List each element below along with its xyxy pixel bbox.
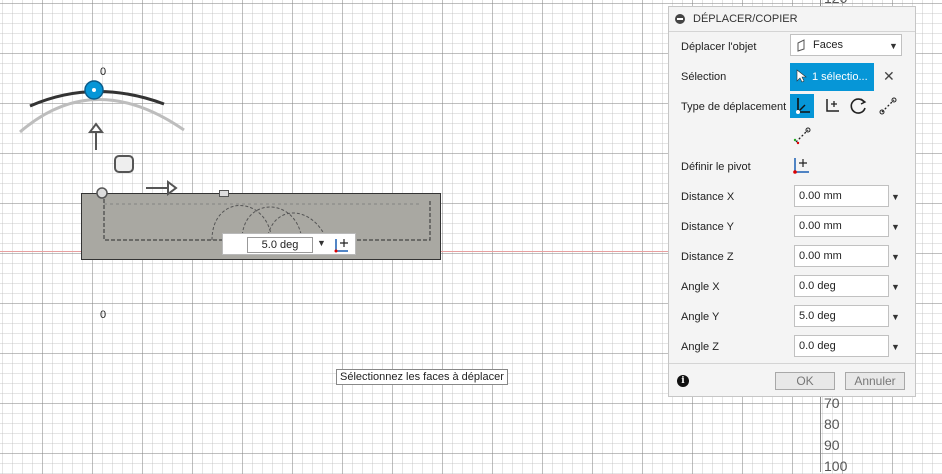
cancel-button[interactable]: Annuler [845,372,905,390]
angle-input[interactable]: 5.0 deg [247,237,313,253]
angle-z-value: 0.0 deg [799,340,836,352]
distance-x-label: Distance X [681,191,735,203]
panel-header: DÉPLACER/COPIER [669,7,915,32]
chevron-down-icon[interactable]: ▼ [891,312,900,322]
divider [669,363,915,364]
rotate-manipulator[interactable] [14,60,194,220]
distance-y-input[interactable]: 0.00 mm [794,215,889,237]
move-copy-panel: DÉPLACER/COPIER Déplacer l'objet Faces ▼… [668,6,916,397]
ruler-tick: 70 [824,395,840,411]
point-to-position-tool[interactable] [790,124,814,148]
angle-x-input[interactable]: 0.0 deg [794,275,889,297]
angle-y-value: 5.0 deg [799,310,836,322]
free-move-tool[interactable] [790,94,814,118]
object-select[interactable]: Faces ▼ [790,34,902,56]
zero-label-bottom: 0 [100,309,107,321]
chevron-down-icon[interactable]: ▼ [891,192,900,202]
face-icon [797,39,805,52]
angle-x-value: 0.0 deg [799,280,836,292]
chevron-down-icon: ▼ [889,41,898,51]
face-handle[interactable] [219,190,229,197]
distance-z-value: 0.00 mm [799,250,842,262]
free-move-icon [796,98,810,114]
ruler-tick: 80 [824,416,840,432]
distance-z-input[interactable]: 0.00 mm [794,245,889,267]
distance-y-label: Distance Y [681,221,734,233]
selection-value: 1 sélectio... [812,71,868,83]
angle-x-label: Angle X [681,281,720,293]
close-icon[interactable]: ✕ [883,68,895,85]
info-icon[interactable]: i [677,375,689,387]
point-to-point-tool[interactable] [876,94,900,118]
point-to-point-icon [879,97,897,115]
point-to-position-icon [793,127,811,145]
move-type-label: Type de déplacement [681,101,787,113]
object-label: Déplacer l'objet [681,41,757,53]
cursor-icon [796,69,807,83]
distance-x-input[interactable]: 0.00 mm [794,185,889,207]
translate-icon [826,99,839,112]
angle-z-label: Angle Z [681,341,719,353]
pivot-label: Définir le pivot [681,161,751,173]
object-value: Faces [813,39,843,51]
rotate-tool[interactable] [847,94,871,118]
angle-z-input[interactable]: 0.0 deg [794,335,889,357]
selection-hint: Sélectionnez les faces à déplacer [336,369,508,385]
translate-tool[interactable] [819,94,843,118]
rotate-icon [850,98,867,114]
pivot-icon [793,158,809,174]
chevron-down-icon[interactable]: ▼ [891,282,900,292]
chevron-down-icon[interactable]: ▼ [317,238,326,248]
angle-y-label: Angle Y [681,311,720,323]
ok-button[interactable]: OK [775,372,835,390]
distance-x-value: 0.00 mm [799,190,842,202]
chevron-down-icon[interactable]: ▼ [891,342,900,352]
set-pivot-tool[interactable] [790,154,814,178]
chevron-down-icon[interactable]: ▼ [891,222,900,232]
selection-label: Sélection [681,71,727,83]
distance-y-value: 0.00 mm [799,220,842,232]
angle-input-chip: 5.0 deg ▼ [222,233,356,255]
angle-y-input[interactable]: 5.0 deg [794,305,889,327]
distance-z-label: Distance Z [681,251,734,263]
selection-button[interactable]: 1 sélectio... [790,63,874,91]
pivot-icon[interactable] [333,236,351,257]
minus-circle-icon[interactable] [675,14,685,24]
panel-title: DÉPLACER/COPIER [693,13,798,25]
chevron-down-icon[interactable]: ▼ [891,252,900,262]
zero-label-top: 0 [100,66,107,78]
ruler-tick: 90 [824,437,840,453]
